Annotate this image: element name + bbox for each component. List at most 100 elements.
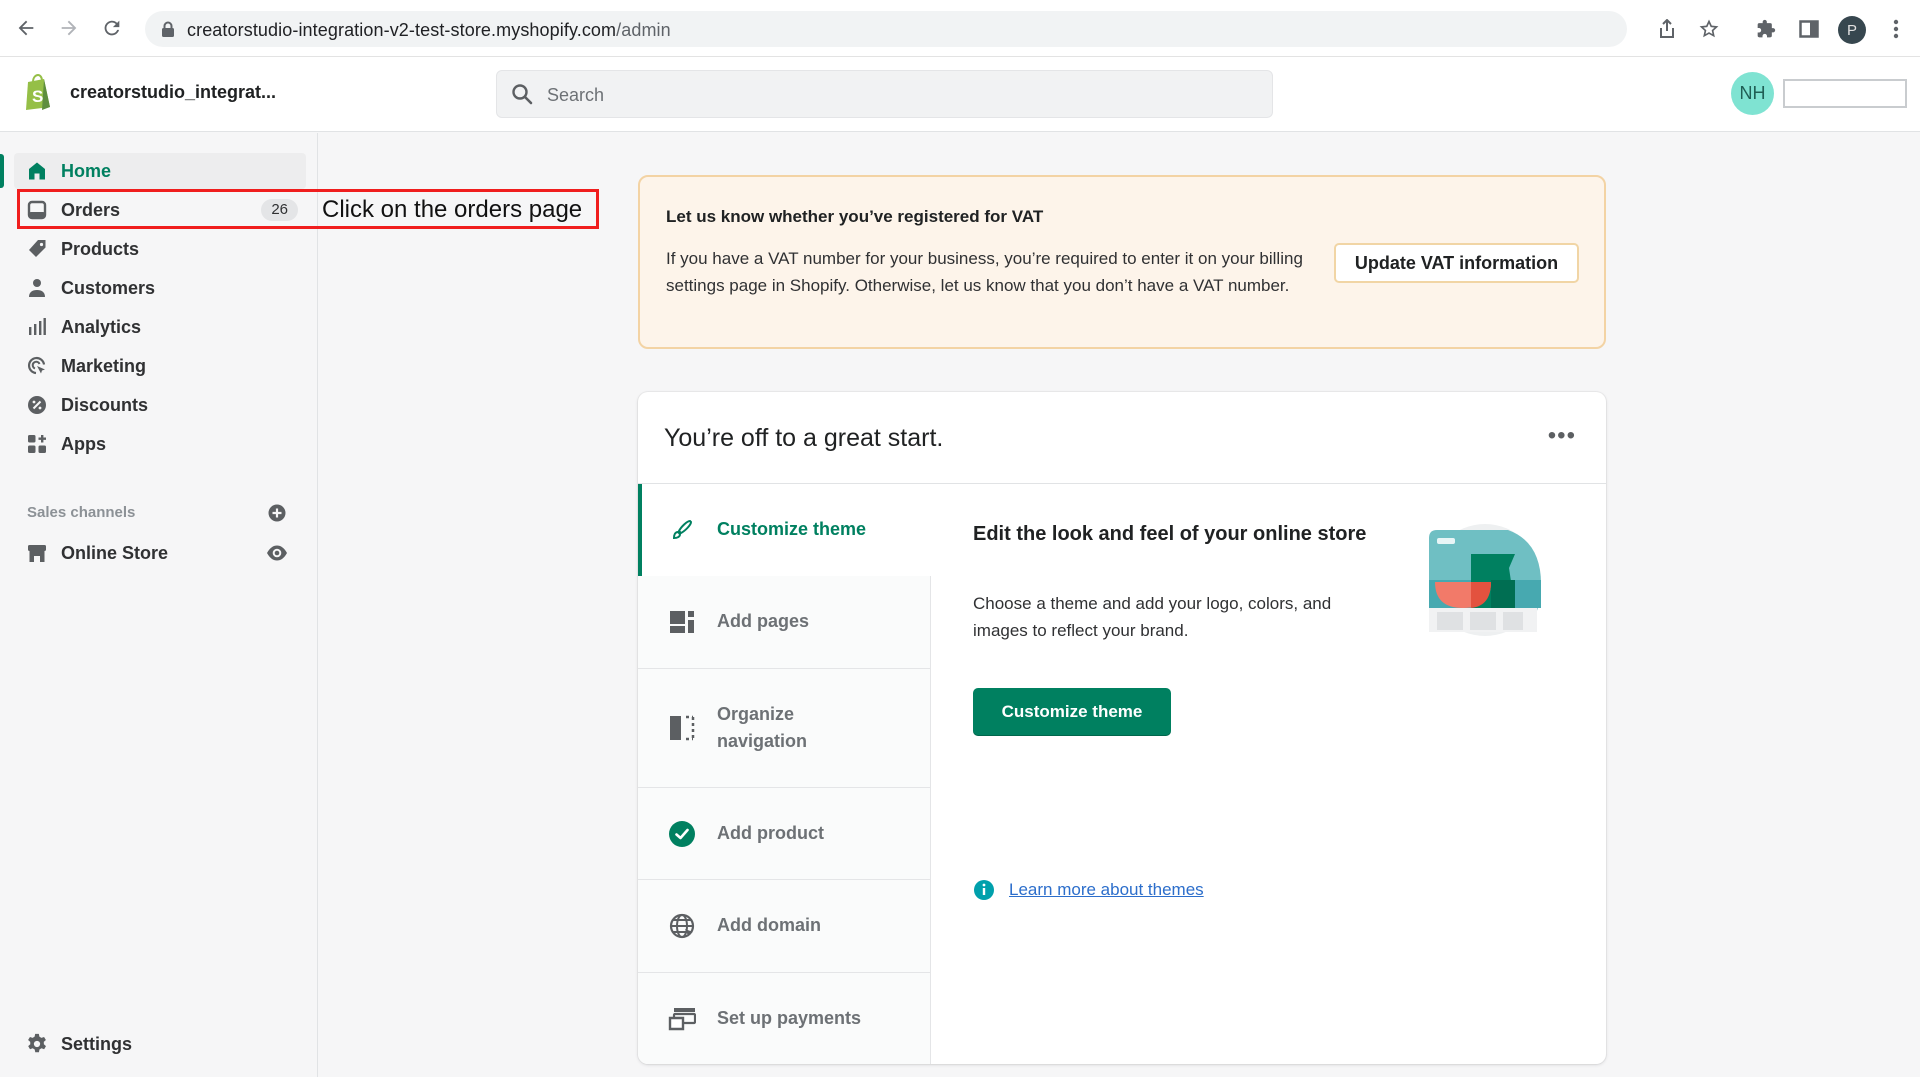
reload-icon (104, 20, 120, 36)
step-set-up-payments[interactable]: Set up payments (638, 973, 931, 1064)
forward-button[interactable] (57, 16, 81, 40)
pages-icon (668, 608, 696, 636)
navigation-icon (668, 714, 696, 742)
sidebar-item-marketing[interactable]: Marketing (14, 348, 306, 384)
svg-text:S: S (32, 87, 43, 106)
url-host: creatorstudio-integration-v2-test-store.… (187, 20, 617, 40)
sidebar-item-discounts[interactable]: Discounts (14, 387, 306, 423)
step-label: Customize theme (717, 519, 867, 539)
sales-channels-heading: Sales channels (27, 504, 136, 521)
avatar-initials: NH (1739, 83, 1766, 103)
store-name[interactable]: creatorstudio_integrat... (70, 82, 276, 103)
vat-banner-body: If you have a VAT number for your busine… (666, 249, 1303, 295)
sidebar-item-online-store[interactable]: Online Store (14, 535, 306, 571)
arrow-right-icon (61, 20, 77, 36)
sidebar-item-label: Marketing (61, 355, 147, 376)
step-label: Add pages (717, 611, 810, 631)
paintbrush-icon (668, 516, 696, 544)
person-icon (26, 277, 48, 299)
shopify-logo-icon[interactable]: S (22, 73, 54, 111)
add-sales-channel-icon[interactable] (267, 503, 287, 523)
sidebar-item-customers[interactable]: Customers (14, 270, 306, 306)
setup-steps-list: Customize theme Add pages Organize navig… (638, 484, 931, 1064)
setup-guide-title: You’re off to a great start. (664, 424, 944, 452)
learn-more-row: Learn more about themes (973, 879, 1204, 901)
vat-banner-title: Let us know whether you’ve registered fo… (666, 207, 1044, 226)
browser-toolbar: creatorstudio-integration-v2-test-store.… (0, 0, 1920, 57)
url-text: creatorstudio-integration-v2-test-store.… (187, 20, 671, 41)
view-online-store-eye-icon[interactable] (266, 544, 288, 562)
step-label: Set up payments (717, 1008, 862, 1028)
discount-icon (26, 394, 48, 416)
back-button[interactable] (14, 16, 38, 40)
payments-icon (668, 1005, 696, 1033)
sidebar-item-label: Discounts (61, 394, 149, 415)
share-button[interactable] (1655, 17, 1679, 41)
profile-initial: P (1846, 21, 1857, 39)
store-icon (26, 542, 48, 564)
browser-profile-avatar[interactable]: P (1838, 16, 1866, 44)
side-panel-icon (1799, 20, 1819, 38)
step-label: Add product (717, 823, 824, 843)
learn-more-themes-link[interactable]: Learn more about themes (1009, 880, 1204, 900)
target-icon (26, 355, 48, 377)
lock-icon (162, 21, 174, 37)
address-bar[interactable]: creatorstudio-integration-v2-test-store.… (145, 11, 1719, 47)
setup-guide-card: You’re off to a great start. ••• Customi… (638, 392, 1606, 1064)
extensions-button[interactable] (1754, 17, 1778, 41)
more-actions-button[interactable]: ••• (1548, 422, 1576, 450)
bar-chart-icon (26, 316, 48, 338)
user-avatar[interactable]: NH (1731, 72, 1774, 115)
sidebar-item-label: Online Store (61, 542, 169, 563)
bookmark-button[interactable] (1697, 17, 1721, 41)
step-detail-title: Edit the look and feel of your online st… (973, 523, 1367, 545)
active-indicator (0, 154, 4, 188)
sidebar-item-settings[interactable]: Settings (14, 1026, 306, 1062)
sidebar-item-label: Customers (61, 277, 156, 298)
globe-icon (668, 912, 696, 940)
theme-illustration-icon (1429, 524, 1541, 636)
update-vat-button-label: Update VAT information (1354, 252, 1559, 273)
sidebar-item-label: Analytics (61, 316, 142, 337)
customize-theme-button-label: Customize theme (1001, 702, 1143, 721)
sidebar-item-label: Settings (61, 1033, 133, 1054)
step-detail-body: Choose a theme and add your logo, colors… (973, 594, 1332, 640)
apps-icon (26, 433, 48, 455)
admin-topbar: S creatorstudio_integrat... Search NH (0, 57, 1920, 132)
url-path: /admin (616, 20, 671, 40)
tag-icon (26, 238, 48, 260)
sidebar-item-home[interactable]: Home (14, 153, 306, 189)
update-vat-button[interactable]: Update VAT information (1334, 243, 1579, 283)
step-label: Organize navigation (717, 704, 808, 751)
step-customize-theme[interactable]: Customize theme (638, 484, 931, 576)
step-add-domain[interactable]: Add domain (638, 880, 931, 973)
sidebar-item-products[interactable]: Products (14, 231, 306, 267)
check-circle-icon (668, 820, 696, 848)
side-panel-button[interactable] (1797, 17, 1821, 41)
step-add-product[interactable]: Add product (638, 788, 931, 880)
info-icon (974, 880, 994, 900)
step-organize-navigation[interactable]: Organize navigation (638, 669, 931, 788)
sidebar-item-label: Products (61, 238, 140, 259)
share-icon (1660, 19, 1674, 38)
home-icon (26, 160, 48, 182)
customize-theme-button[interactable]: Customize theme (973, 688, 1171, 736)
puzzle-icon (1757, 19, 1776, 38)
search-placeholder: Search (547, 85, 605, 105)
vat-banner: Let us know whether you’ve registered fo… (638, 175, 1606, 349)
step-label: Add domain (717, 915, 821, 935)
search-input[interactable]: Search (496, 70, 1273, 118)
gear-icon (26, 1033, 48, 1055)
annotation-text: Click on the orders page (322, 196, 583, 223)
search-icon (512, 84, 533, 105)
star-icon (1699, 19, 1719, 38)
user-name-box[interactable] (1783, 79, 1907, 108)
sidebar-item-analytics[interactable]: Analytics (14, 309, 306, 345)
arrow-left-icon (18, 20, 34, 36)
step-add-pages[interactable]: Add pages (638, 576, 931, 669)
sidebar-item-apps[interactable]: Apps (14, 426, 306, 462)
sidebar-item-label: Apps (61, 433, 106, 454)
browser-menu-button[interactable] (1884, 17, 1908, 41)
sidebar-item-label: Home (61, 160, 112, 181)
reload-button[interactable] (100, 16, 124, 40)
